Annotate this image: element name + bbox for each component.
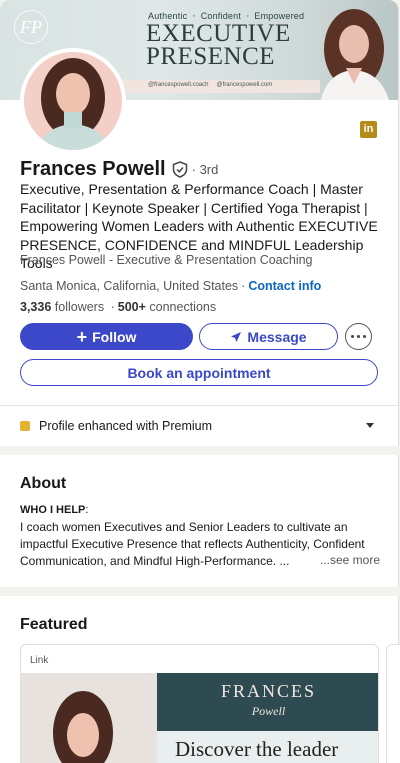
banner-title-line: PRESENCE — [146, 43, 276, 70]
more-dot — [362, 335, 366, 338]
banner-title: EXECUTIVE PRESENCE — [146, 20, 314, 70]
about-section: About WHO I HELP: I coach women Executiv… — [0, 455, 399, 587]
about-title: About — [20, 475, 67, 492]
about-label-colon: : — [85, 504, 89, 516]
featured-brand-script: Powell — [251, 704, 286, 718]
plus-icon: + — [76, 326, 88, 347]
more-dot — [357, 335, 360, 338]
banner-title-line: EXECUTIVE — [146, 20, 291, 47]
followers-count: 3,336 — [20, 300, 52, 314]
linkedin-premium-icon: in — [360, 121, 377, 138]
featured-card[interactable]: Link FRANCES Powell Discover the leader — [20, 644, 379, 763]
featured-card-type: Link — [30, 655, 49, 666]
featured-section: Featured Link FRANCES Powell Discover th… — [0, 596, 400, 763]
book-appointment-button[interactable]: Book an appointment — [20, 359, 378, 386]
profile-card: FP Authentic • Confident • Empowered EXECUTI… — [0, 0, 399, 446]
premium-label: Profile enhanced with Premium — [39, 419, 212, 433]
followers-label: followers — [54, 300, 105, 314]
more-dot — [351, 335, 355, 338]
about-label: WHO I HELP: — [20, 504, 88, 516]
connections-label: connections — [149, 300, 217, 314]
banner-handle: @francespowell.coach — [148, 82, 209, 88]
connections-count: 500+ — [117, 300, 146, 314]
featured-next-card[interactable] — [386, 644, 400, 763]
profile-avatar[interactable] — [20, 48, 126, 154]
profile-name: Frances Powell — [20, 158, 166, 180]
send-icon — [231, 331, 242, 342]
message-label: Message — [247, 328, 307, 345]
network-row: 3,336 followers · 500+ connections — [20, 300, 216, 314]
verified-shield-icon[interactable] — [172, 161, 188, 178]
featured-portrait-image — [21, 673, 157, 763]
premium-banner[interactable]: Profile enhanced with Premium — [20, 419, 212, 433]
name-row: Frances Powell · 3rd — [20, 158, 218, 181]
location-row: Santa Monica, California, United States ·… — [20, 279, 321, 293]
banner-monogram: FP — [14, 10, 48, 44]
premium-icon — [20, 421, 30, 431]
connection-degree: · 3rd — [191, 162, 219, 177]
featured-brand: FRANCES — [220, 681, 317, 701]
more-actions-button[interactable] — [345, 323, 372, 350]
see-more-link[interactable]: ...see more — [320, 553, 381, 567]
banner-handle: @francespowell.com — [216, 82, 273, 88]
caret-down-icon[interactable] — [366, 423, 374, 428]
location-text: Santa Monica, California, United States — [20, 279, 239, 293]
featured-title: Featured — [20, 616, 88, 633]
follow-button[interactable]: + Follow — [20, 323, 193, 350]
divider — [0, 405, 398, 406]
location-separator: · — [241, 279, 246, 293]
banner-handles: @francespowell.coach @francespowell.com — [148, 82, 280, 88]
current-company[interactable]: Frances Powell - Executive & Presentatio… — [20, 253, 313, 267]
about-label-text: WHO I HELP — [20, 504, 86, 516]
message-button[interactable]: Message — [199, 323, 338, 350]
featured-card-image: FRANCES Powell Discover the leader — [21, 673, 378, 763]
featured-headline: Discover the leader — [175, 737, 339, 761]
banner-portrait-image — [320, 9, 389, 100]
follow-label: Follow — [92, 328, 137, 345]
network-separator: · — [110, 300, 115, 314]
book-appointment-label: Book an appointment — [127, 364, 271, 381]
contact-info-link[interactable]: Contact info — [248, 279, 321, 293]
